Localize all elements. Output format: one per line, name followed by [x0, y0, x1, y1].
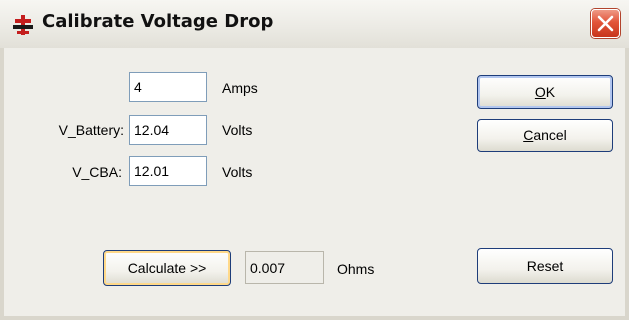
cba-voltage-input[interactable]	[129, 156, 207, 186]
voltage-probe-icon	[12, 14, 34, 36]
title-bar[interactable]: Calibrate Voltage Drop	[0, 0, 629, 49]
window-title: Calibrate Voltage Drop	[42, 11, 274, 32]
current-unit: Amps	[222, 80, 258, 96]
ok-mnemonic: O	[534, 84, 546, 100]
resistance-unit: Ohms	[337, 261, 375, 277]
resistance-output	[245, 251, 324, 284]
reset-label: Reset	[526, 258, 564, 274]
battery-voltage-label: V_Battery:	[58, 122, 124, 138]
battery-voltage-unit: Volts	[222, 122, 253, 138]
cancel-label-rest: ancel	[533, 127, 567, 143]
cancel-mnemonic: C	[523, 127, 534, 143]
ok-button[interactable]: OK	[477, 75, 613, 109]
cancel-button[interactable]: Cancel	[477, 119, 613, 152]
calibrate-voltage-drop-dialog: Calibrate Voltage Drop I: Amps V_Battery…	[0, 0, 629, 320]
battery-voltage-input[interactable]	[129, 115, 207, 145]
close-icon	[597, 15, 614, 32]
calculate-label: Calculate >>	[127, 260, 207, 276]
current-input[interactable]	[129, 72, 207, 102]
dialog-body: I: Amps V_Battery: Volts V_CBA: Volts OK…	[0, 48, 629, 320]
cba-voltage-label: V_CBA:	[72, 164, 122, 180]
reset-button[interactable]: Reset	[477, 248, 613, 284]
calculate-button[interactable]: Calculate >>	[103, 250, 231, 286]
cba-voltage-unit: Volts	[222, 164, 253, 180]
ok-label-rest: K	[545, 84, 556, 100]
close-button[interactable]	[591, 9, 620, 38]
current-label: I:	[64, 80, 138, 96]
